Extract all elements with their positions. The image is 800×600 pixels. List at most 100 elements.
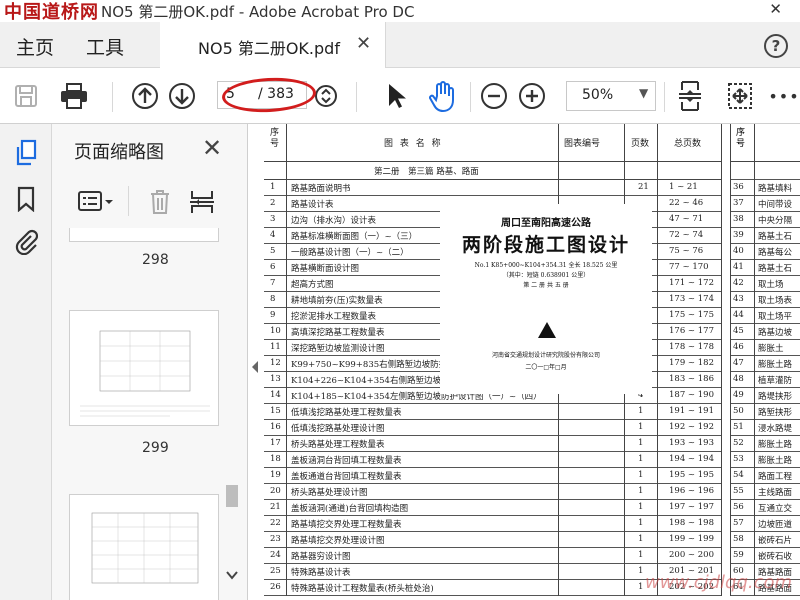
row-page-range: 187 ~ 190 (669, 390, 714, 400)
row-title: 嵌砖石收 (758, 552, 793, 562)
close-tab-button[interactable]: ✕ (356, 33, 371, 54)
row-title: 取土场平 (758, 312, 793, 322)
row-page-range: 194 ~ 194 (669, 454, 714, 464)
col-header-name: 图 表 名 称 (384, 139, 443, 149)
page-thumbnails-nav-button[interactable] (12, 138, 40, 168)
row-number: 11 (270, 342, 281, 352)
row-number: 48 (733, 374, 744, 384)
row-title: 主线路面 (758, 488, 793, 498)
row-page-count: 1 (638, 438, 644, 448)
home-menu[interactable]: 主页 (16, 33, 54, 60)
tools-menu[interactable]: 工具 (86, 33, 124, 60)
cover-date: 二〇一□年□月 (525, 364, 567, 371)
zoom-level-dropdown[interactable]: 50% ▼ (566, 81, 656, 111)
col-header-seq: 序号 (736, 128, 746, 149)
thumbnail-options-button[interactable] (76, 188, 116, 216)
row-number: 9 (270, 310, 276, 320)
row-page-range: 198 ~ 198 (669, 518, 714, 528)
title-bar: 中国道桥网 NO5 第二册OK.pdf - Adobe Acrobat Pro … (0, 0, 800, 23)
table-row: 54 路面工程 (730, 468, 800, 484)
table-row: 20 桥头路基处理设计图 1 196 ~ 196 (264, 484, 722, 500)
row-number: 37 (733, 198, 744, 208)
page-number-label: 299 (142, 440, 169, 456)
page-thumbnail[interactable] (69, 494, 219, 600)
row-number: 38 (733, 214, 744, 224)
cover-organization: 河南省交通规划设计研究院股份有限公司 (491, 352, 600, 359)
more-tools-button[interactable]: ••• (766, 78, 800, 114)
table-row: 18 盖板涵洞台背回填工程数量表 1 194 ~ 194 (264, 452, 722, 468)
row-number: 3 (270, 214, 276, 224)
row-title: 膨胀土路 (758, 456, 793, 466)
table-row: 15 低填浅挖路基处理工程数量表 1 191 ~ 191 (264, 404, 722, 420)
print-button[interactable] (56, 78, 92, 114)
row-page-range: 75 ~ 76 (669, 246, 704, 256)
table-row: 41 路基土石 (730, 260, 800, 276)
row-number: 20 (270, 486, 281, 496)
arrow-down-circle-icon (169, 83, 195, 109)
row-page-range: 199 ~ 199 (669, 534, 714, 544)
hand-tool-button[interactable] (425, 78, 461, 114)
bookmarks-nav-button[interactable] (12, 184, 40, 214)
document-tab[interactable]: NO5 第二册OK.pdf ✕ (160, 22, 386, 68)
select-tool-button[interactable] (378, 78, 414, 114)
row-number: 42 (733, 278, 744, 288)
cover-line-2: （其中：短链 0.638901 公里） (502, 272, 590, 279)
row-page-range: 77 ~ 170 (669, 262, 709, 272)
col-header-total: 总页数 (674, 139, 702, 149)
row-title: 一般路基设计图（一）~（二） (291, 248, 409, 258)
row-number: 7 (270, 278, 276, 288)
row-number: 1 (270, 182, 276, 192)
row-title: 桥头路基处理工程数量表 (291, 440, 385, 450)
table-row: 55 主线路面 (730, 484, 800, 500)
window-close-button[interactable]: ✕ (769, 0, 782, 18)
left-navigation-rail (0, 124, 52, 600)
row-title: 路基填挖交界处理设计图 (291, 536, 385, 546)
next-page-button[interactable] (164, 78, 200, 114)
cover-subtitle: 周口至南阳高速公路 (501, 218, 591, 229)
table-row: 39 路基土石 (730, 228, 800, 244)
table-row: 1 路基路面说明书 21 1 ~ 21 (264, 180, 722, 196)
table-header: 序号 图 表 名 称 图表编号 页数 总页数 (264, 124, 722, 162)
row-title: 路基土石 (758, 232, 793, 242)
grid-line (721, 124, 722, 596)
delete-page-button[interactable] (148, 188, 172, 216)
table-row: 45 路基边坡 (730, 324, 800, 340)
row-page-range: 72 ~ 74 (669, 230, 704, 240)
row-number: 50 (733, 406, 744, 416)
zoom-out-button[interactable] (476, 78, 512, 114)
previous-page-button[interactable] (127, 78, 163, 114)
thumbnail-toolbar (52, 180, 248, 224)
row-number: 13 (270, 374, 281, 384)
scroll-down-arrow-icon[interactable] (226, 570, 238, 580)
attachments-nav-button[interactable] (12, 226, 40, 256)
full-screen-button[interactable] (722, 78, 758, 114)
toolbar-divider (356, 82, 357, 112)
thumbnail-scrollbar[interactable] (223, 182, 239, 600)
page-thumbnail[interactable] (69, 310, 219, 426)
row-number: 25 (270, 566, 281, 576)
collapse-panel-handle-icon[interactable] (250, 360, 260, 374)
col-header-code: 图表编号 (564, 139, 601, 149)
scrollbar-thumb[interactable] (226, 485, 238, 507)
arrow-up-circle-icon (132, 83, 158, 109)
row-number: 24 (270, 550, 281, 560)
row-number: 18 (270, 454, 281, 464)
row-number: 21 (270, 502, 281, 512)
row-page-range: 195 ~ 195 (669, 470, 714, 480)
close-panel-button[interactable]: ✕ (202, 134, 222, 162)
zoom-in-button[interactable] (514, 78, 550, 114)
row-title: 路基设计表 (291, 200, 334, 210)
row-number: 23 (270, 534, 281, 544)
help-button[interactable]: ? (764, 34, 788, 58)
row-title: 边沟（排水沟）设计表 (291, 216, 377, 226)
save-button[interactable] (8, 78, 44, 114)
hand-icon (429, 81, 454, 112)
row-page-count: 1 (638, 582, 644, 592)
institute-logo-icon (538, 322, 556, 338)
insert-page-button[interactable] (188, 188, 216, 216)
page-thumbnail[interactable] (69, 228, 219, 242)
fit-page-button[interactable] (672, 78, 708, 114)
row-title: 低填浅挖路基处理设计图 (291, 424, 385, 434)
document-tab-label: NO5 第二册OK.pdf (198, 39, 340, 58)
table-row: 21 盖板涵洞(通道)台背回填构造图 1 197 ~ 197 (264, 500, 722, 516)
